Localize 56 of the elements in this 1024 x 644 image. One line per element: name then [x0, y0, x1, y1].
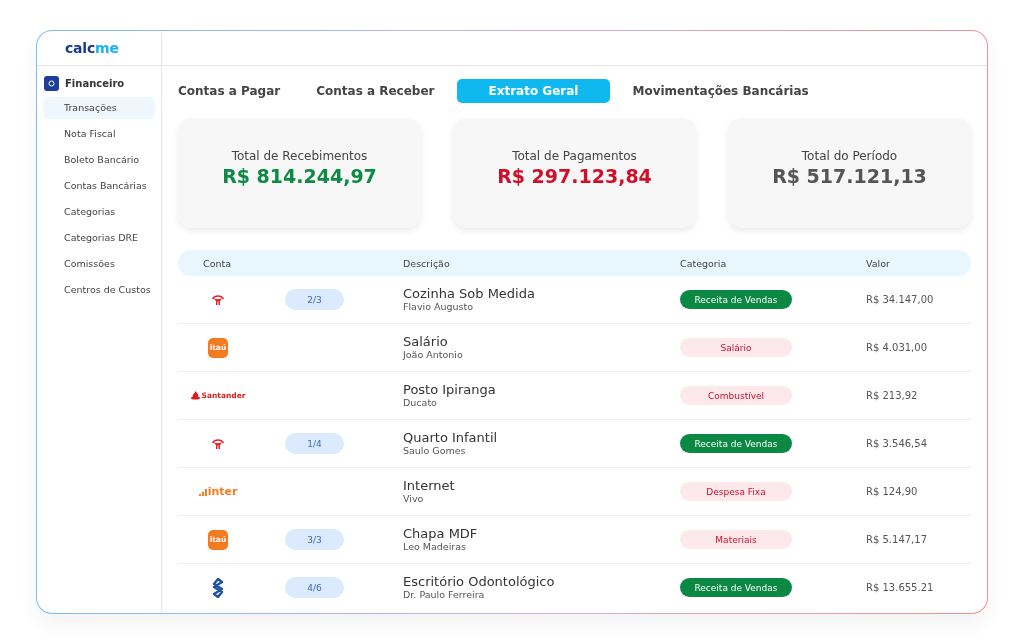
installment-badge: 1/4: [285, 433, 344, 454]
transaction-value: R$ 34.147,00: [866, 294, 935, 305]
summary-value: R$ 517.121,13: [772, 165, 927, 187]
summary-value: R$ 814.244,97: [222, 165, 377, 187]
tab[interactable]: Movimentações Bancárias: [618, 79, 823, 103]
sidebar-section-title[interactable]: Financeiro: [65, 78, 125, 89]
column-header: Conta: [202, 257, 232, 269]
transaction-value: R$ 213,92: [866, 390, 919, 401]
column-header: Categoria: [680, 257, 728, 269]
sidebar-item[interactable]: Contas Bancárias: [43, 175, 155, 197]
sidebar-item[interactable]: Centros de Custos: [43, 279, 155, 301]
transaction-title: Cozinha Sob Medida: [403, 287, 536, 301]
installment-badge: 2/3: [285, 289, 344, 310]
transaction-title: Quarto Infantil: [403, 431, 499, 445]
sidebar-item[interactable]: Boleto Bancário: [43, 149, 155, 171]
installment-badge: 4/6: [285, 577, 344, 598]
summary-value: R$ 297.123,84: [497, 165, 652, 187]
app-logo: calcme: [65, 40, 119, 56]
category-tag: Receita de Vendas: [680, 578, 792, 597]
category-tag: Combustível: [680, 386, 792, 405]
category-tag: Receita de Vendas: [680, 290, 792, 309]
category-tag: Receita de Vendas: [680, 434, 792, 453]
summary-label: Total de Pagamentos: [512, 149, 637, 163]
transaction-value: R$ 3.546,54: [866, 438, 929, 449]
column-header: Valor: [866, 257, 891, 269]
summary-label: Total de Recebimentos: [231, 149, 368, 163]
transaction-contact: Flavio Augusto: [403, 301, 475, 312]
transaction-title: Posto Ipiranga: [403, 383, 497, 397]
transaction-title: Escritório Odontológico: [403, 575, 556, 589]
installment-badge: 3/3: [285, 529, 344, 550]
bank-logo: inter: [198, 485, 238, 498]
category-tag: Materiais: [680, 530, 792, 549]
transaction-title: Internet: [403, 479, 456, 493]
transaction-title: Chapa MDF: [403, 527, 479, 541]
transaction-contact: Ducato: [403, 397, 438, 408]
tab[interactable]: Contas a Receber: [302, 79, 449, 103]
transaction-contact: Leo Madeiras: [403, 541, 467, 552]
transaction-value: R$ 124,90: [866, 486, 919, 497]
tab[interactable]: Contas a Pagar: [178, 79, 295, 103]
transaction-value: R$ 4.031,00: [866, 342, 929, 353]
transaction-value: R$ 13.655.21: [866, 582, 935, 593]
sidebar-item[interactable]: Categorias DRE: [43, 227, 155, 249]
column-header: Descrição: [403, 257, 451, 269]
transaction-contact: Saulo Gomes: [403, 445, 467, 456]
transaction-title: Salário: [403, 335, 449, 349]
sidebar-item[interactable]: Nota Fiscal: [43, 123, 155, 145]
category-tag: Despesa Fixa: [680, 482, 792, 501]
sidebar-item[interactable]: Categorias: [43, 201, 155, 223]
transaction-contact: Vivo: [403, 493, 425, 504]
summary-label: Total do Período: [801, 149, 898, 163]
category-tag: Salário: [680, 338, 792, 357]
transaction-contact: João Antonio: [403, 349, 464, 360]
sidebar-item[interactable]: Comissões: [43, 253, 155, 275]
transaction-value: R$ 5.147,17: [866, 534, 929, 545]
sidebar-item[interactable]: Transações: [43, 97, 155, 119]
transaction-contact: Dr. Paulo Ferreira: [403, 589, 486, 600]
